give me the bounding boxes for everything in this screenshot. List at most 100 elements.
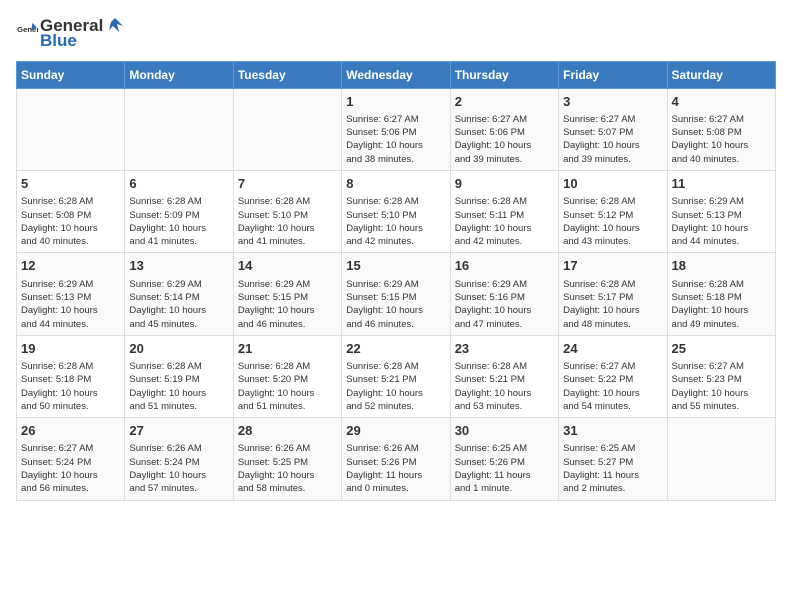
calendar-cell: 13 Sunrise: 6:29 AM Sunset: 5:14 PM Dayli… [125, 253, 233, 335]
weekday-header-saturday: Saturday [667, 61, 775, 88]
day-number: 11 [672, 175, 771, 193]
calendar-cell: 19 Sunrise: 6:28 AM Sunset: 5:18 PM Dayli… [17, 335, 125, 417]
calendar-cell: 28 Sunrise: 6:26 AM Sunset: 5:25 PM Dayli… [233, 418, 341, 500]
day-number: 19 [21, 340, 120, 358]
calendar-cell: 27 Sunrise: 6:26 AM Sunset: 5:24 PM Dayli… [125, 418, 233, 500]
day-info: Sunrise: 6:29 AM Sunset: 5:15 PM Dayligh… [346, 278, 445, 331]
day-info: Sunrise: 6:27 AM Sunset: 5:23 PM Dayligh… [672, 360, 771, 413]
day-number: 30 [455, 422, 554, 440]
day-info: Sunrise: 6:27 AM Sunset: 5:22 PM Dayligh… [563, 360, 662, 413]
day-info: Sunrise: 6:28 AM Sunset: 5:20 PM Dayligh… [238, 360, 337, 413]
calendar-cell: 4 Sunrise: 6:27 AM Sunset: 5:08 PM Daylig… [667, 88, 775, 170]
weekday-header-wednesday: Wednesday [342, 61, 450, 88]
calendar-cell: 3 Sunrise: 6:27 AM Sunset: 5:07 PM Daylig… [559, 88, 667, 170]
calendar-cell: 6 Sunrise: 6:28 AM Sunset: 5:09 PM Daylig… [125, 171, 233, 253]
day-info: Sunrise: 6:28 AM Sunset: 5:18 PM Dayligh… [21, 360, 120, 413]
day-info: Sunrise: 6:27 AM Sunset: 5:06 PM Dayligh… [455, 113, 554, 166]
day-info: Sunrise: 6:28 AM Sunset: 5:10 PM Dayligh… [238, 195, 337, 248]
day-info: Sunrise: 6:27 AM Sunset: 5:24 PM Dayligh… [21, 442, 120, 495]
calendar-week-1: 1 Sunrise: 6:27 AM Sunset: 5:06 PM Daylig… [17, 88, 776, 170]
day-info: Sunrise: 6:26 AM Sunset: 5:25 PM Dayligh… [238, 442, 337, 495]
calendar-cell: 8 Sunrise: 6:28 AM Sunset: 5:10 PM Daylig… [342, 171, 450, 253]
calendar-cell: 16 Sunrise: 6:29 AM Sunset: 5:16 PM Dayli… [450, 253, 558, 335]
day-number: 23 [455, 340, 554, 358]
day-number: 14 [238, 257, 337, 275]
day-number: 9 [455, 175, 554, 193]
calendar-cell: 9 Sunrise: 6:28 AM Sunset: 5:11 PM Daylig… [450, 171, 558, 253]
calendar-week-3: 12Sunrise: 6:29 AM Sunset: 5:13 PM Dayli… [17, 253, 776, 335]
day-number: 27 [129, 422, 228, 440]
day-info: Sunrise: 6:26 AM Sunset: 5:24 PM Dayligh… [129, 442, 228, 495]
day-number: 8 [346, 175, 445, 193]
day-info: Sunrise: 6:29 AM Sunset: 5:13 PM Dayligh… [672, 195, 771, 248]
day-info: Sunrise: 6:27 AM Sunset: 5:07 PM Dayligh… [563, 113, 662, 166]
calendar-cell: 25 Sunrise: 6:27 AM Sunset: 5:23 PM Dayli… [667, 335, 775, 417]
day-number: 18 [672, 257, 771, 275]
day-number: 20 [129, 340, 228, 358]
calendar-cell: 24 Sunrise: 6:27 AM Sunset: 5:22 PM Dayli… [559, 335, 667, 417]
day-number: 24 [563, 340, 662, 358]
logo: General General Blue [16, 16, 125, 51]
weekday-header-row: SundayMondayTuesdayWednesdayThursdayFrid… [17, 61, 776, 88]
calendar-cell: 7Sunrise: 6:28 AM Sunset: 5:10 PM Daylig… [233, 171, 341, 253]
calendar-cell: 22Sunrise: 6:28 AM Sunset: 5:21 PM Dayli… [342, 335, 450, 417]
calendar-cell: 20Sunrise: 6:28 AM Sunset: 5:19 PM Dayli… [125, 335, 233, 417]
calendar-cell: 29Sunrise: 6:26 AM Sunset: 5:26 PM Dayli… [342, 418, 450, 500]
weekday-header-sunday: Sunday [17, 61, 125, 88]
day-number: 6 [129, 175, 228, 193]
calendar-week-4: 19 Sunrise: 6:28 AM Sunset: 5:18 PM Dayli… [17, 335, 776, 417]
calendar-cell: 11 Sunrise: 6:29 AM Sunset: 5:13 PM Dayli… [667, 171, 775, 253]
header: General General Blue [16, 16, 776, 51]
weekday-header-friday: Friday [559, 61, 667, 88]
calendar-table: SundayMondayTuesdayWednesdayThursdayFrid… [16, 61, 776, 501]
calendar-cell: 1 Sunrise: 6:27 AM Sunset: 5:06 PM Daylig… [342, 88, 450, 170]
calendar-cell: 14 Sunrise: 6:29 AM Sunset: 5:15 PM Dayli… [233, 253, 341, 335]
calendar-week-2: 5Sunrise: 6:28 AM Sunset: 5:08 PM Daylig… [17, 171, 776, 253]
day-info: Sunrise: 6:25 AM Sunset: 5:27 PM Dayligh… [563, 442, 662, 495]
day-number: 12 [21, 257, 120, 275]
logo-bird-icon [105, 16, 125, 36]
calendar-cell: 18Sunrise: 6:28 AM Sunset: 5:18 PM Dayli… [667, 253, 775, 335]
day-number: 4 [672, 93, 771, 111]
day-number: 28 [238, 422, 337, 440]
day-number: 29 [346, 422, 445, 440]
day-number: 3 [563, 93, 662, 111]
calendar-cell: 12Sunrise: 6:29 AM Sunset: 5:13 PM Dayli… [17, 253, 125, 335]
day-info: Sunrise: 6:28 AM Sunset: 5:11 PM Dayligh… [455, 195, 554, 248]
day-number: 1 [346, 93, 445, 111]
day-info: Sunrise: 6:29 AM Sunset: 5:15 PM Dayligh… [238, 278, 337, 331]
day-info: Sunrise: 6:28 AM Sunset: 5:08 PM Dayligh… [21, 195, 120, 248]
day-info: Sunrise: 6:28 AM Sunset: 5:12 PM Dayligh… [563, 195, 662, 248]
day-number: 13 [129, 257, 228, 275]
calendar-cell: 5Sunrise: 6:28 AM Sunset: 5:08 PM Daylig… [17, 171, 125, 253]
logo-icon: General [16, 20, 38, 47]
calendar-week-5: 26 Sunrise: 6:27 AM Sunset: 5:24 PM Dayli… [17, 418, 776, 500]
day-number: 25 [672, 340, 771, 358]
calendar-cell: 15 Sunrise: 6:29 AM Sunset: 5:15 PM Dayli… [342, 253, 450, 335]
calendar-cell [233, 88, 341, 170]
day-info: Sunrise: 6:27 AM Sunset: 5:06 PM Dayligh… [346, 113, 445, 166]
day-info: Sunrise: 6:28 AM Sunset: 5:09 PM Dayligh… [129, 195, 228, 248]
day-number: 15 [346, 257, 445, 275]
calendar-cell: 17 Sunrise: 6:28 AM Sunset: 5:17 PM Dayli… [559, 253, 667, 335]
day-info: Sunrise: 6:27 AM Sunset: 5:08 PM Dayligh… [672, 113, 771, 166]
day-info: Sunrise: 6:28 AM Sunset: 5:21 PM Dayligh… [455, 360, 554, 413]
day-number: 17 [563, 257, 662, 275]
day-info: Sunrise: 6:28 AM Sunset: 5:17 PM Dayligh… [563, 278, 662, 331]
day-number: 31 [563, 422, 662, 440]
calendar-cell: 10 Sunrise: 6:28 AM Sunset: 5:12 PM Dayli… [559, 171, 667, 253]
day-number: 26 [21, 422, 120, 440]
calendar-cell: 23 Sunrise: 6:28 AM Sunset: 5:21 PM Dayli… [450, 335, 558, 417]
day-number: 2 [455, 93, 554, 111]
day-info: Sunrise: 6:29 AM Sunset: 5:14 PM Dayligh… [129, 278, 228, 331]
calendar-cell: 2 Sunrise: 6:27 AM Sunset: 5:06 PM Daylig… [450, 88, 558, 170]
day-info: Sunrise: 6:29 AM Sunset: 5:16 PM Dayligh… [455, 278, 554, 331]
day-info: Sunrise: 6:28 AM Sunset: 5:10 PM Dayligh… [346, 195, 445, 248]
calendar-cell: 31 Sunrise: 6:25 AM Sunset: 5:27 PM Dayli… [559, 418, 667, 500]
day-number: 16 [455, 257, 554, 275]
day-number: 21 [238, 340, 337, 358]
day-info: Sunrise: 6:28 AM Sunset: 5:21 PM Dayligh… [346, 360, 445, 413]
day-info: Sunrise: 6:25 AM Sunset: 5:26 PM Dayligh… [455, 442, 554, 495]
calendar-cell [667, 418, 775, 500]
day-number: 10 [563, 175, 662, 193]
